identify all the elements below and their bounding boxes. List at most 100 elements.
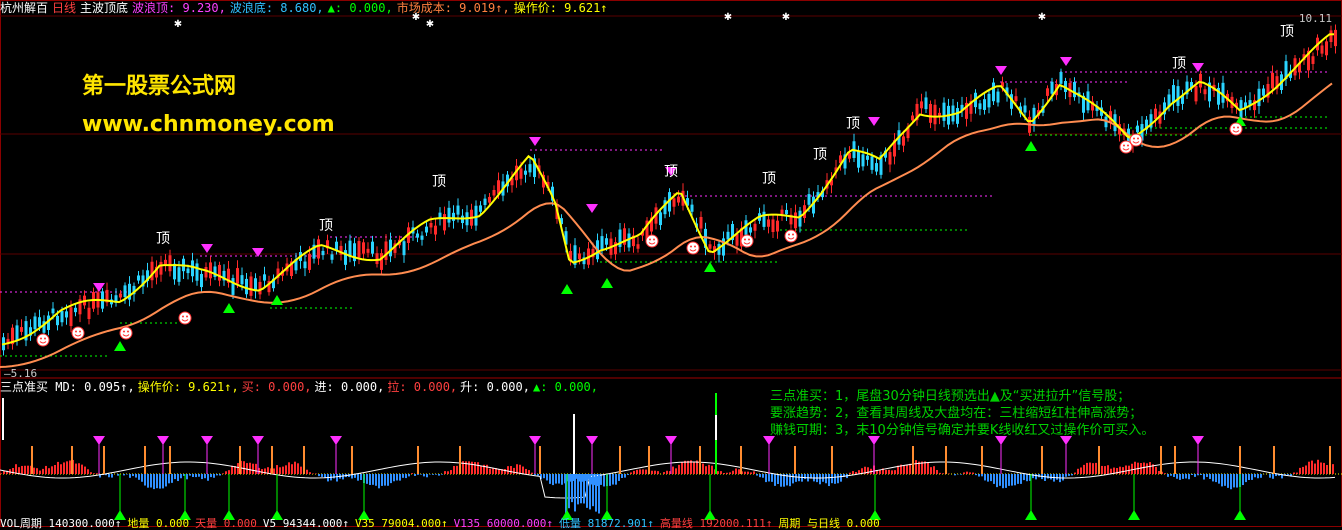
indicator-field: 进: 0.000, [314,380,385,394]
candle-body [51,308,55,314]
candle-body [65,311,68,318]
candle-body [690,204,694,212]
sub-header: 三点准买 MD: 0.095↑, 操作价: 9.621↑, 买: 0.000, 进: … [0,379,601,395]
candle-body [119,293,122,298]
candle-body [785,209,788,215]
candle-body [996,91,1000,103]
candle-body [780,209,784,215]
smiley-eye [1123,144,1125,147]
candle-body [375,253,379,265]
candle-body [443,214,446,231]
bottom-marker-icon [1025,141,1037,151]
candle-body [1176,86,1180,106]
note-line: 赚钱可期：3，末10分钟信号确定并要K线收红又过操作价可买入。 [770,423,1155,438]
chart-window[interactable]: 顶顶顶顶顶顶顶顶顶 ✱ ✱ ✱ ✱ ✱ ✱ 杭州解百 日线 主波顶底 波浪顶: 9.230, 波浪… [0,0,1342,530]
star-icon: ✱ [426,19,434,30]
smiley-eye [788,233,790,236]
star-icon: ✱ [1038,12,1046,23]
smiley-icon [71,326,85,340]
indicator-field: 拉: 0.000, [387,380,458,394]
top-signal-icon [93,436,105,445]
smiley-eye [123,330,125,333]
top-marker-icon [995,66,1007,75]
candle-body [600,236,604,250]
candle-body [794,212,797,229]
candle-body [1325,41,1328,56]
bottom-marker-icon [704,262,716,272]
candle-body [942,102,946,121]
smiley-eye [1237,126,1239,129]
candle-body [389,239,392,257]
candle-body [1329,30,1333,43]
candle-body [1221,82,1225,103]
candle-body [636,244,640,249]
candle-body [1194,85,1198,102]
top-label: 顶 [1172,56,1186,72]
top-label: 顶 [813,147,827,163]
bottom-signal-icon [1234,510,1246,520]
smiley-icon [740,234,754,248]
candle-body [605,238,608,245]
candle-body [20,327,23,332]
header-field: 操作价: 9.621↑ [513,1,608,15]
candle-body [249,276,253,296]
candle-body [263,274,266,281]
candle-body [807,194,811,205]
note-line: 要涨趋势：2，查看其周线及大盘均在：三柱缩短红柱伸高涨势； [770,406,1143,421]
candle-body [33,316,37,330]
candle-body [231,278,235,295]
candle-body [456,205,460,215]
smiley-eye [1133,137,1135,140]
top-signal-icon [330,436,342,445]
candle-body [1032,107,1036,125]
smiley-icon [36,333,50,347]
strategy-notes: 三点准买：1，尾盘30分钟日线预选出▲及“买进拉升”信号股； 要涨趋势：2，查看… [770,388,1154,439]
candle-body [474,205,478,226]
volume-field: 周期 与日线 0.000 [778,517,880,530]
bottom-marker-icon [601,278,613,288]
smiley-eye [690,245,692,248]
top-label: 顶 [846,116,860,132]
candle-body [924,97,928,110]
candle-body [672,198,676,207]
star-icon: ✱ [782,12,790,23]
candle-body [366,248,370,253]
watermark-url[interactable]: www.chnmoney.com [82,112,335,137]
candle-body [1073,82,1076,98]
top-marker-icon [868,117,880,126]
candle-body [888,152,892,165]
candle-body [1172,85,1175,104]
smiley-eye [1233,126,1235,129]
candle-body [74,307,77,313]
candle-body [402,241,406,256]
top-signal-icon [201,436,213,445]
smiley-eye [40,337,42,340]
smiley-icon [686,241,700,255]
candle-body [488,196,491,203]
top-signal-icon [1192,436,1204,445]
candle-body [321,250,325,256]
volume-field: V35 79004.000↑ [354,517,448,530]
bottom-marker-icon [114,341,126,351]
candle-body [776,220,779,232]
candle-body [1154,108,1157,119]
candle-body [317,239,320,259]
top-label: 顶 [319,218,333,234]
indicator-field: 升: 0.000, [460,380,530,394]
candle-body [240,275,244,285]
candle-body [479,205,482,212]
candle-body [902,136,905,146]
candle-body [258,281,262,295]
smiley-icon [645,234,659,248]
candle-body [1050,81,1054,94]
header-field: 波浪顶: 9.230, [132,1,226,15]
smiley-eye [792,233,794,236]
candle-body [56,315,59,326]
candle-body [245,278,248,295]
smiley-eye [182,315,184,318]
candle-body [1023,105,1027,113]
candle-body [209,262,212,279]
smiley-icon [1129,133,1143,147]
candle-body [434,225,437,235]
candle-body [735,234,739,246]
